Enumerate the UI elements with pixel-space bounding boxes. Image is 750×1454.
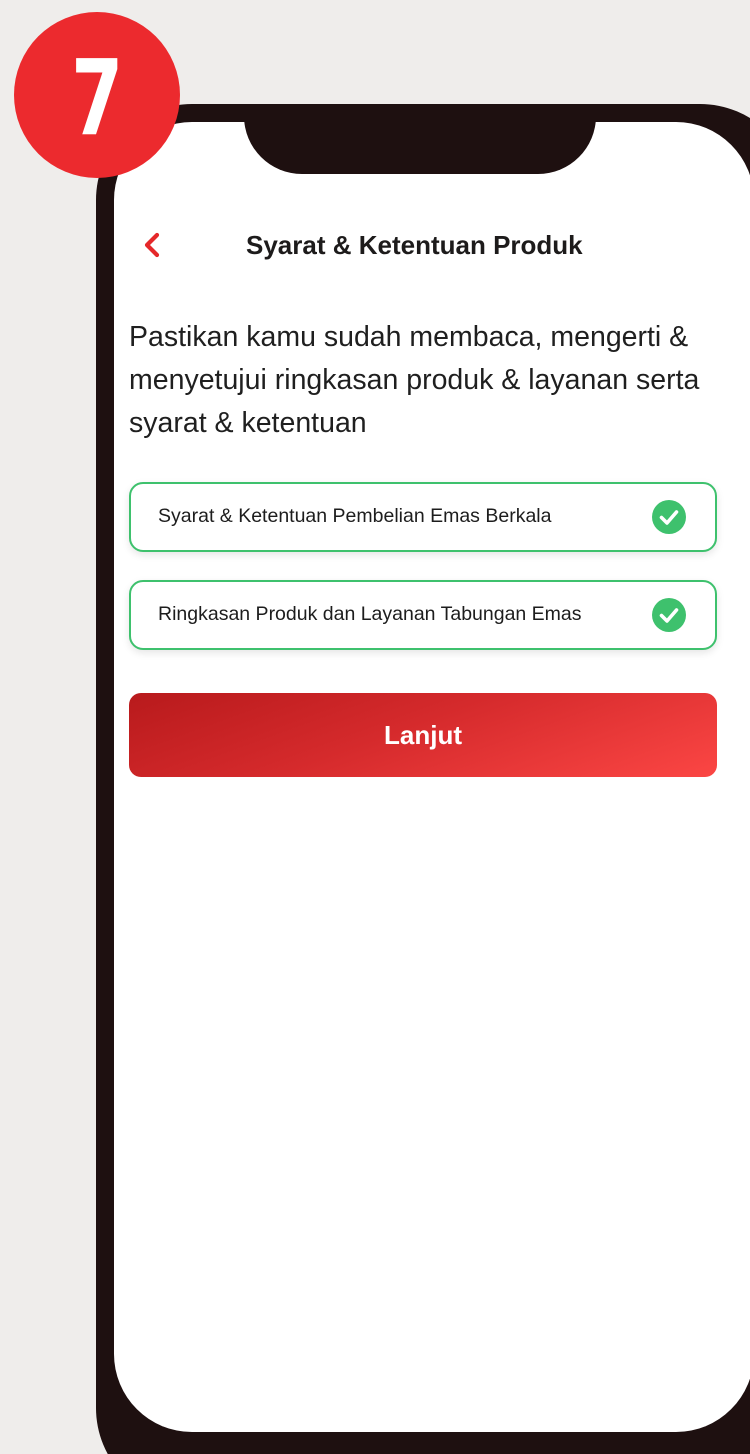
- continue-button[interactable]: Lanjut: [129, 693, 717, 777]
- document-label: Syarat & Ketentuan Pembelian Emas Berkal…: [158, 505, 552, 527]
- intro-text: Pastikan kamu sudah membaca, mengerti & …: [129, 321, 700, 439]
- header: Syarat & Ketentuan Produk: [114, 220, 750, 270]
- step-number: 7: [70, 37, 124, 159]
- chevron-left-icon[interactable]: [140, 232, 164, 258]
- step-number-badge: 7: [14, 12, 180, 178]
- check-circle-icon: [652, 598, 686, 632]
- phone-notch: [244, 122, 596, 174]
- stage: 7 Syarat & Ketentuan Produk Pastikan kam…: [0, 0, 750, 1454]
- check-circle-icon: [652, 500, 686, 534]
- phone-screen: Syarat & Ketentuan Produk Pastikan kamu …: [114, 122, 750, 1432]
- document-item-summary[interactable]: Ringkasan Produk dan Layanan Tabungan Em…: [129, 580, 717, 650]
- page-title: Syarat & Ketentuan Produk: [246, 230, 583, 260]
- phone-frame: Syarat & Ketentuan Produk Pastikan kamu …: [96, 104, 750, 1454]
- document-label: Ringkasan Produk dan Layanan Tabungan Em…: [158, 603, 582, 625]
- document-item-terms[interactable]: Syarat & Ketentuan Pembelian Emas Berkal…: [129, 482, 717, 552]
